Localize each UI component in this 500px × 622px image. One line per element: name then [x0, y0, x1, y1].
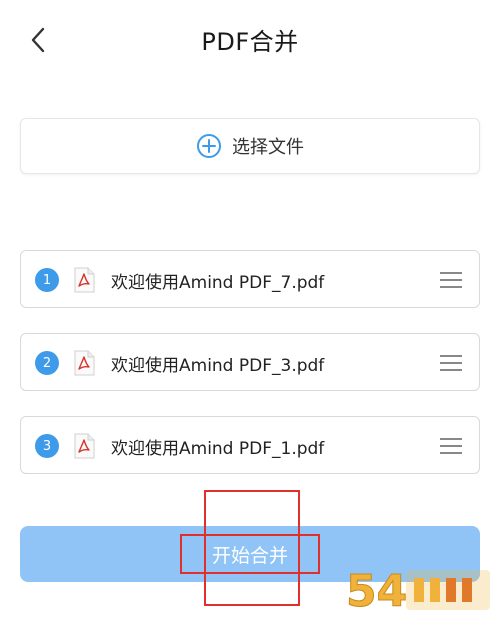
file-item[interactable]: 1 欢迎使用Amind PDF_7.pdf — [20, 250, 480, 308]
drag-handle-icon[interactable] — [439, 354, 463, 372]
select-file-button[interactable]: 选择文件 — [20, 118, 480, 174]
pdf-file-icon — [74, 267, 95, 293]
drag-handle-icon[interactable] — [439, 271, 463, 289]
file-item[interactable]: 3 欢迎使用Amind PDF_1.pdf — [20, 416, 480, 474]
pdf-file-icon — [74, 433, 95, 459]
pdf-file-icon — [74, 350, 95, 376]
file-index-badge: 3 — [35, 434, 59, 458]
header: PDF合并 — [0, 0, 500, 78]
file-index-badge: 1 — [35, 268, 59, 292]
select-file-label: 选择文件 — [232, 137, 304, 158]
file-index-badge: 2 — [35, 351, 59, 375]
file-list: 1 欢迎使用Amind PDF_7.pdf 2 欢迎使用Amind PDF_3.… — [20, 250, 480, 499]
file-name: 欢迎使用Amind PDF_7.pdf — [111, 273, 325, 293]
plus-circle-icon — [197, 134, 221, 158]
start-merge-button[interactable]: 开始合并 — [20, 526, 480, 582]
drag-handle-icon[interactable] — [439, 437, 463, 455]
file-name: 欢迎使用Amind PDF_3.pdf — [111, 356, 325, 376]
file-item[interactable]: 2 欢迎使用Amind PDF_3.pdf — [20, 333, 480, 391]
page-title: PDF合并 — [201, 28, 299, 56]
file-name: 欢迎使用Amind PDF_1.pdf — [111, 439, 325, 459]
